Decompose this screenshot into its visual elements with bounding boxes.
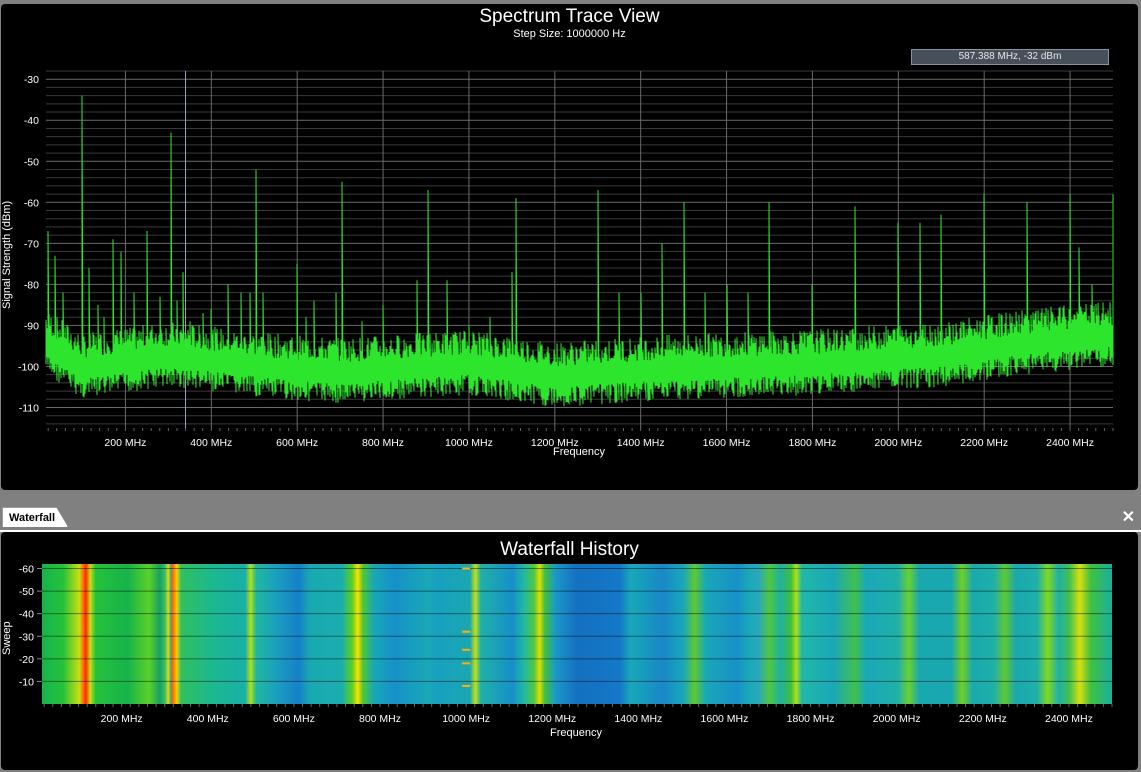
y-tick-label: -30 [24, 74, 39, 86]
waterfall-panel: Waterfall History -60 -50 -40 -30 -20 -10 200 … [1, 532, 1138, 770]
spectrum-plot[interactable]: -30 -40 -50 -60 -70 -80 -90 -100 -110 200 MHz 400 … [1, 4, 1138, 490]
waterfall-x-tick-label: 2200 MHz [959, 713, 1007, 725]
waterfall-x-tick-label: 600 MHz [273, 713, 315, 725]
waterfall-x-tick-label: 2000 MHz [873, 713, 921, 725]
spectrum-trace-panel: Spectrum Trace View Step Size: 1000000 H… [1, 4, 1138, 490]
spectrum-trace [45, 95, 1114, 407]
x-tick-label: 600 MHz [276, 437, 318, 449]
waterfall-x-tick-label: 1000 MHz [442, 713, 490, 725]
tab-bar: Waterfall ✕ [0, 504, 1141, 532]
waterfall-x-axis-label: Frequency [550, 727, 602, 739]
waterfall-image [42, 564, 1112, 704]
y-tick-label: -110 [19, 402, 39, 414]
y-tick-label: -100 [18, 361, 39, 373]
x-tick-label: 800 MHz [362, 437, 404, 449]
waterfall-y-tick-label: -20 [19, 654, 34, 666]
waterfall-y-axis-label: Sweep [1, 621, 13, 655]
waterfall-y-tick-label: -30 [19, 631, 34, 643]
y-tick-label: -40 [24, 115, 39, 127]
stop-frequency-status: Stop: 2500 MHz [1056, 757, 1135, 769]
waterfall-x-tick-label: 1800 MHz [787, 713, 835, 725]
waterfall-y-tick-label: -50 [19, 586, 34, 598]
waterfall-x-tick-label: 1200 MHz [528, 713, 576, 725]
x-tick-label: 2200 MHz [960, 437, 1008, 449]
spectrum-x-axis-label: Frequency [553, 446, 605, 458]
start-frequency-status: Start: 15 MHz [2, 757, 70, 769]
waterfall-x-tick-label: 1400 MHz [614, 713, 662, 725]
waterfall-marker [462, 630, 471, 633]
waterfall-x-tick-label: 2400 MHz [1045, 713, 1093, 725]
y-tick-label: -60 [24, 197, 39, 209]
waterfall-x-tick-label: 400 MHz [187, 713, 229, 725]
x-tick-label: 2000 MHz [874, 437, 922, 449]
waterfall-marker [462, 684, 471, 687]
x-tick-label: 200 MHz [104, 437, 146, 449]
y-tick-label: -90 [24, 320, 39, 332]
waterfall-y-tick-label: -10 [19, 676, 34, 688]
x-tick-label: 1000 MHz [445, 437, 493, 449]
y-tick-label: -80 [24, 279, 39, 291]
x-tick-label: 1800 MHz [789, 437, 837, 449]
close-icon[interactable]: ✕ [1122, 507, 1135, 527]
waterfall-y-tick-label: -60 [19, 564, 34, 576]
waterfall-y-tick-label: -40 [19, 609, 34, 621]
spectrum-y-axis-label: Signal Strength (dBm) [1, 200, 13, 309]
waterfall-x-tick-label: 1600 MHz [701, 713, 749, 725]
waterfall-marker [462, 662, 471, 665]
x-tick-label: 1400 MHz [617, 437, 665, 449]
y-tick-label: -70 [24, 238, 39, 250]
waterfall-marker [462, 648, 471, 651]
tab-waterfall[interactable]: Waterfall [2, 507, 68, 527]
x-tick-label: 2400 MHz [1046, 437, 1094, 449]
y-tick-label: -50 [24, 156, 39, 168]
waterfall-x-tick-label: 800 MHz [359, 713, 401, 725]
x-tick-label: 400 MHz [190, 437, 232, 449]
x-tick-label: 1600 MHz [703, 437, 751, 449]
waterfall-x-tick-label: 200 MHz [101, 713, 143, 725]
waterfall-marker [462, 567, 471, 570]
